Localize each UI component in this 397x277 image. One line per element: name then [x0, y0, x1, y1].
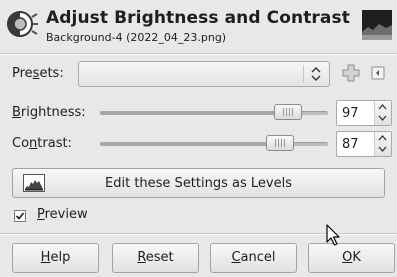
contrast-value[interactable]: 87 — [342, 137, 359, 152]
preview-checkbox[interactable] — [14, 210, 26, 222]
header-separator — [0, 53, 397, 55]
chevron-down-icon[interactable] — [378, 114, 387, 122]
presets-label: Presets: — [12, 66, 64, 81]
dialog-title: Adjust Brightness and Contrast — [46, 8, 350, 28]
combo-arrows-icon — [311, 67, 321, 81]
preview-label[interactable]: Preview — [37, 207, 88, 222]
cancel-button[interactable]: Cancel — [210, 243, 297, 273]
contrast-spinbutton[interactable]: 87 — [336, 131, 392, 157]
brightness-label: Brightness: — [12, 105, 86, 120]
image-thumbnail — [362, 10, 392, 40]
add-preset-icon[interactable] — [341, 63, 361, 83]
tab-menu-icon[interactable] — [371, 66, 385, 80]
contrast-stepper[interactable] — [374, 132, 391, 156]
brightness-stepper[interactable] — [374, 101, 391, 125]
dialog-header: Adjust Brightness and Contrast Backgroun… — [0, 0, 397, 52]
edit-as-levels-label: Edit these Settings as Levels — [105, 176, 292, 191]
mouse-cursor-icon — [326, 224, 340, 246]
brightness-slider-handle[interactable] — [274, 104, 302, 120]
chevron-up-icon[interactable] — [378, 103, 387, 111]
contrast-slider-handle[interactable] — [266, 135, 294, 151]
chevron-down-icon[interactable] — [378, 145, 387, 153]
presets-combo[interactable] — [78, 61, 330, 87]
dialog-subtitle: Background-4 (2022_04_23.png) — [46, 31, 227, 44]
edit-as-levels-button[interactable]: Edit these Settings as Levels — [12, 168, 385, 198]
reset-button[interactable]: Reset — [112, 243, 199, 273]
contrast-label: Contrast: — [12, 136, 72, 151]
brightness-spinbutton[interactable]: 97 — [336, 100, 392, 126]
brightness-contrast-icon — [7, 11, 38, 37]
help-button[interactable]: Help — [12, 243, 99, 273]
chevron-up-icon[interactable] — [378, 134, 387, 142]
ok-button[interactable]: OK — [308, 243, 395, 273]
brightness-value[interactable]: 97 — [342, 106, 359, 121]
